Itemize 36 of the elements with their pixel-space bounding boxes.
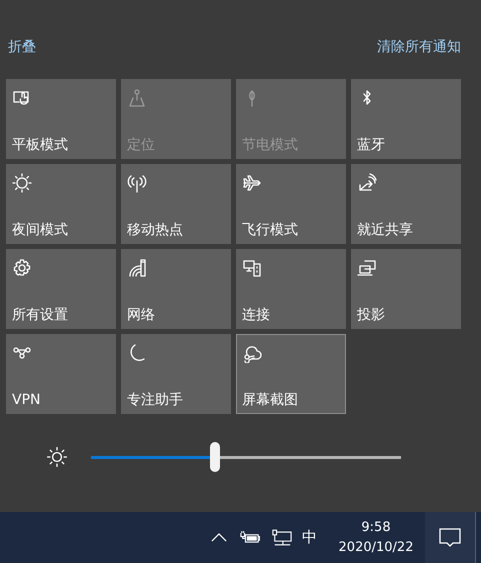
ethernet-icon[interactable] (272, 529, 292, 546)
network-icon (127, 258, 147, 278)
airplane-icon (242, 173, 262, 193)
notification-button[interactable] (425, 512, 475, 563)
battery-icon[interactable] (240, 531, 260, 544)
projector-icon (357, 258, 377, 278)
clear-notifications-link[interactable]: 清除所有通知 (377, 36, 461, 58)
quick-action-tile[interactable]: VPN (6, 334, 116, 414)
share-icon (357, 173, 377, 193)
chevron-up-icon[interactable] (211, 532, 227, 543)
brightness-icon (46, 446, 68, 468)
collapse-link[interactable]: 折叠 (8, 36, 36, 58)
quick-action-tile[interactable]: 专注助手 (121, 334, 231, 414)
quick-action-tile[interactable]: 连接 (236, 249, 346, 329)
quick-action-tile[interactable]: 屏幕截图 (236, 334, 346, 414)
connect-icon (242, 258, 262, 278)
speech-bubble-icon (439, 528, 461, 548)
quick-action-tile[interactable]: 所有设置 (6, 249, 116, 329)
quick-action-tile[interactable]: 蓝牙 (351, 79, 461, 159)
quick-action-tile[interactable]: 网络 (121, 249, 231, 329)
quick-action-tile[interactable]: 就近共享 (351, 164, 461, 244)
input-method-indicator[interactable]: 中 (302, 528, 317, 547)
brightness-slider[interactable] (91, 442, 401, 472)
quick-action-tile[interactable]: 夜间模式 (6, 164, 116, 244)
location-pin-icon (127, 88, 147, 108)
antenna-icon (127, 173, 147, 193)
slider-thumb[interactable] (210, 442, 220, 472)
sun-icon (12, 173, 32, 193)
quick-action-tile[interactable]: 飞行模式 (236, 164, 346, 244)
quick-action-tile[interactable]: 移动热点 (121, 164, 231, 244)
quick-action-tile[interactable]: 投影 (351, 249, 461, 329)
clock-date[interactable]: 2020/10/22 (338, 538, 414, 558)
scissors-cloud-icon (242, 343, 262, 363)
clock-time[interactable]: 9:58 (361, 518, 391, 538)
settings-icon (12, 258, 32, 278)
quick-action-tile[interactable]: 平板模式 (6, 79, 116, 159)
